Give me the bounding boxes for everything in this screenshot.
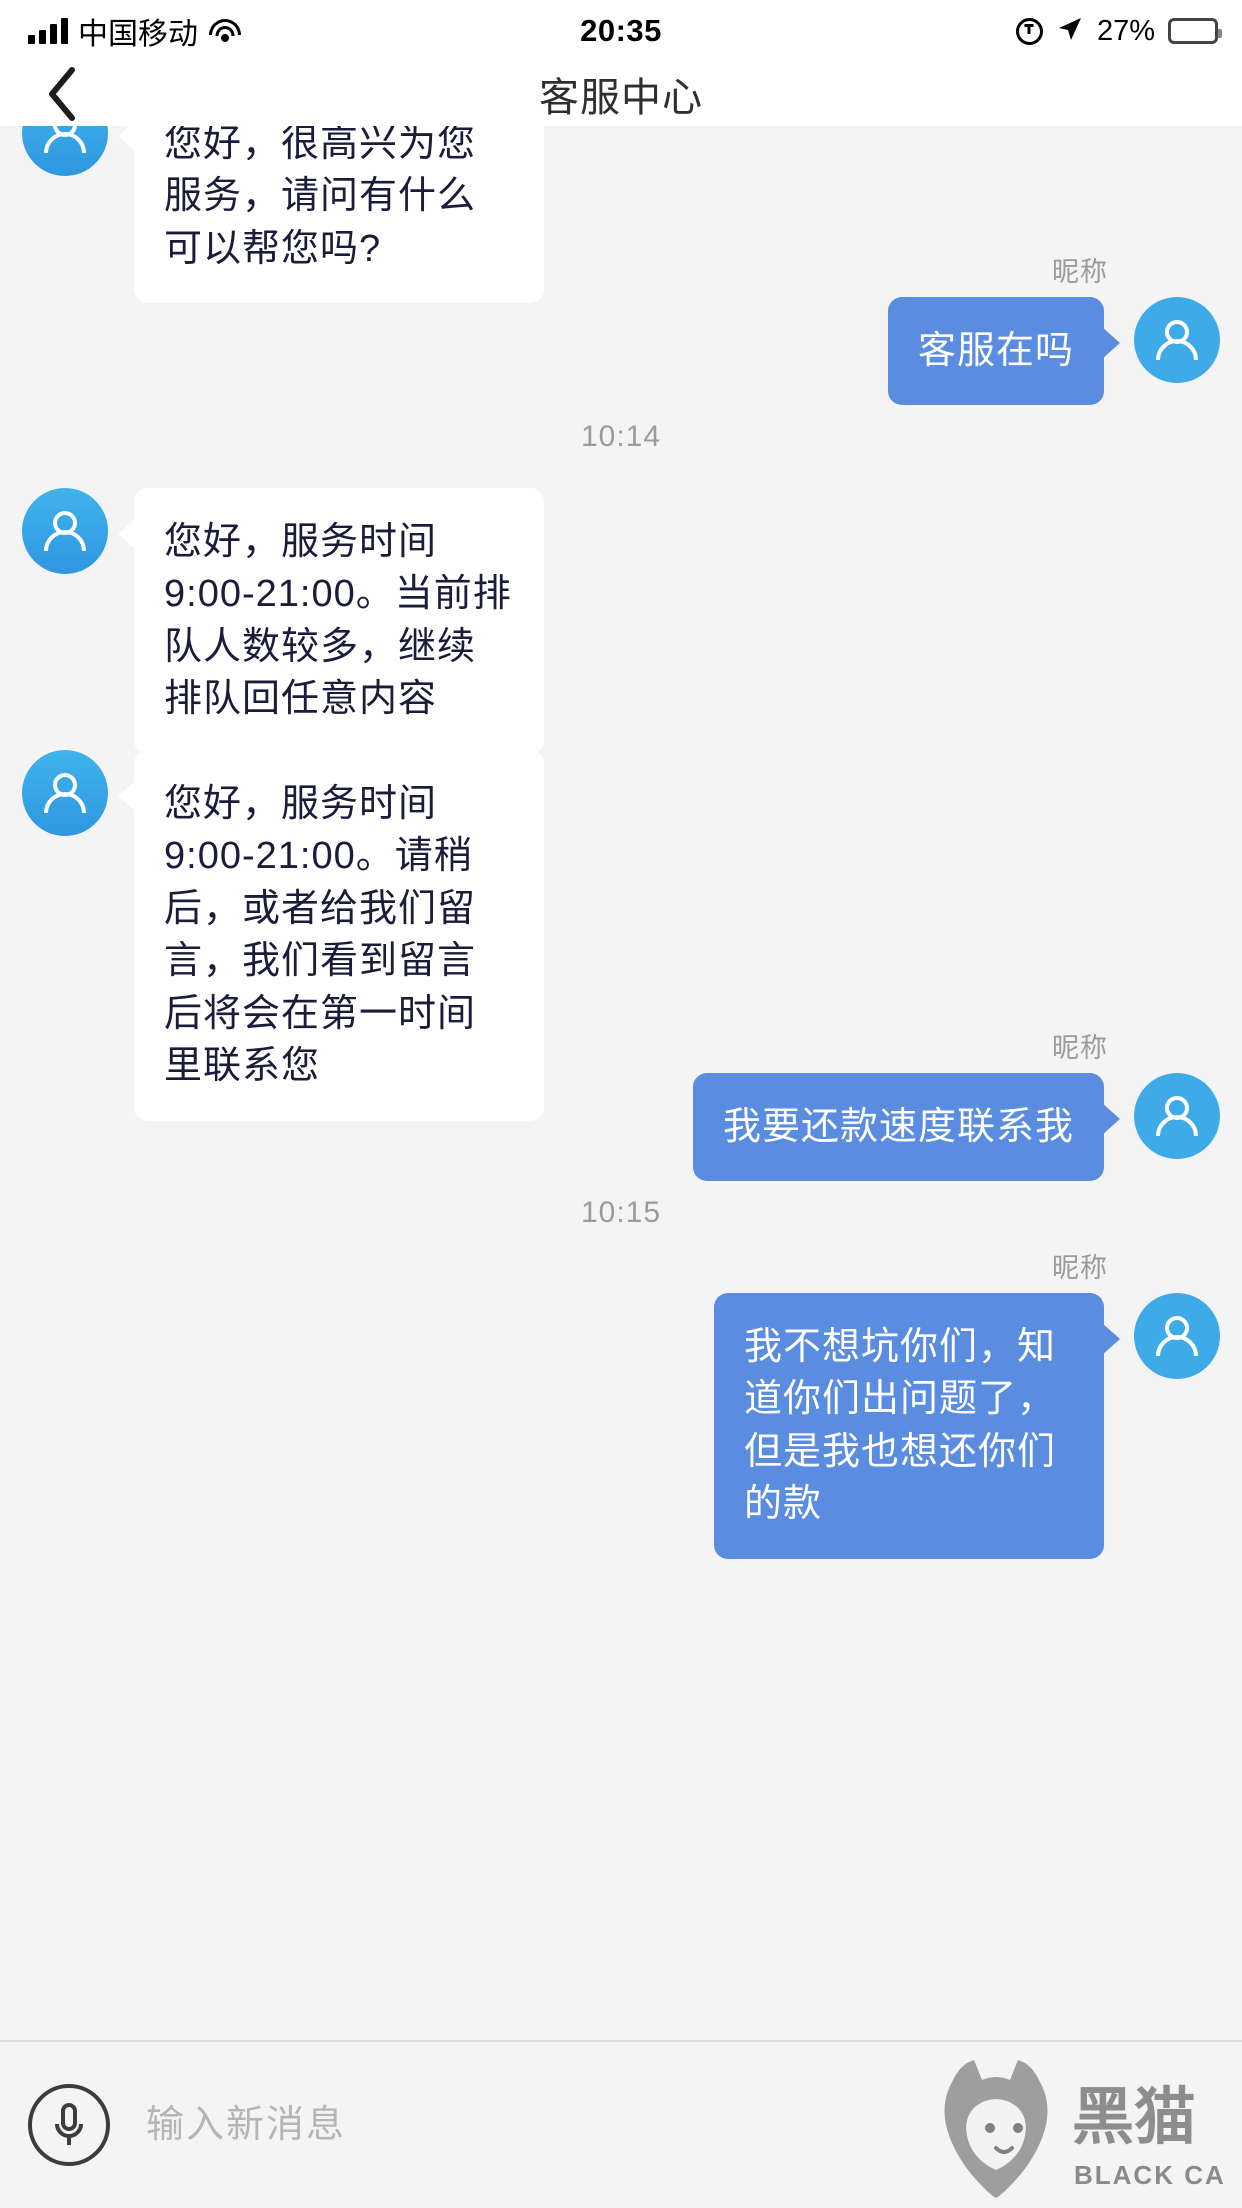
- status-bar-right: 27%: [1015, 14, 1222, 48]
- page-title: 客服中心: [539, 76, 703, 120]
- message-row-user: 昵称 我要还款速度联系我: [220, 1026, 1220, 1182]
- message-bubble-agent[interactable]: 您好，服务时间9:00-21:00。当前排队人数较多，继续排队回任意内容: [118, 488, 544, 754]
- user-avatar-icon: [1134, 297, 1220, 383]
- battery-icon: [1168, 18, 1222, 44]
- back-button[interactable]: [40, 67, 84, 121]
- message-input-bar: [0, 2040, 1242, 2208]
- timestamp-divider: 10:15: [580, 1196, 662, 1229]
- message-row-agent: 您好，服务时间9:00-21:00。当前排队人数较多，继续排队回任意内容: [22, 488, 1242, 754]
- agent-avatar-icon: [22, 126, 108, 176]
- agent-avatar-icon: [22, 750, 108, 836]
- microphone-button[interactable]: [28, 2084, 110, 2166]
- user-avatar-icon: [1134, 1073, 1220, 1159]
- navigation-bar: 客服中心: [0, 62, 1242, 126]
- message-row-user: 昵称 客服在吗: [220, 250, 1220, 406]
- microphone-icon: [55, 2103, 83, 2145]
- chevron-left-icon: [49, 67, 75, 121]
- chat-screen: 中国移动 20:35 27% 客服中心 您好，很高兴为您服务，请问有什么可以帮您…: [0, 0, 1242, 2208]
- battery-percent-label: 27%: [1096, 14, 1155, 47]
- message-bubble-user[interactable]: 客服在吗: [887, 297, 1121, 406]
- timestamp-divider: 10:14: [580, 420, 662, 453]
- user-avatar-icon: [1134, 1293, 1220, 1379]
- rotation-lock-icon: [1015, 17, 1043, 45]
- message-row-user: 昵称 我不想坑你们，知道你们出问题了，但是我也想还你们的款: [220, 1246, 1220, 1559]
- status-bar: 中国移动 20:35 27%: [0, 0, 1242, 62]
- location-arrow-icon: [1056, 15, 1084, 48]
- agent-avatar-icon: [22, 488, 108, 574]
- message-input[interactable]: [146, 2103, 1242, 2147]
- nickname-label: 昵称: [1052, 257, 1108, 287]
- nickname-label: 昵称: [1052, 1033, 1108, 1063]
- message-bubble-user[interactable]: 我不想坑你们，知道你们出问题了，但是我也想还你们的款: [714, 1293, 1120, 1559]
- nickname-label: 昵称: [1052, 1253, 1108, 1283]
- message-list[interactable]: 您好，很高兴为您服务，请问有什么可以帮您吗? 昵称 客服在吗 10:14 您好，…: [0, 126, 1242, 2040]
- message-bubble-user[interactable]: 我要还款速度联系我: [692, 1073, 1121, 1182]
